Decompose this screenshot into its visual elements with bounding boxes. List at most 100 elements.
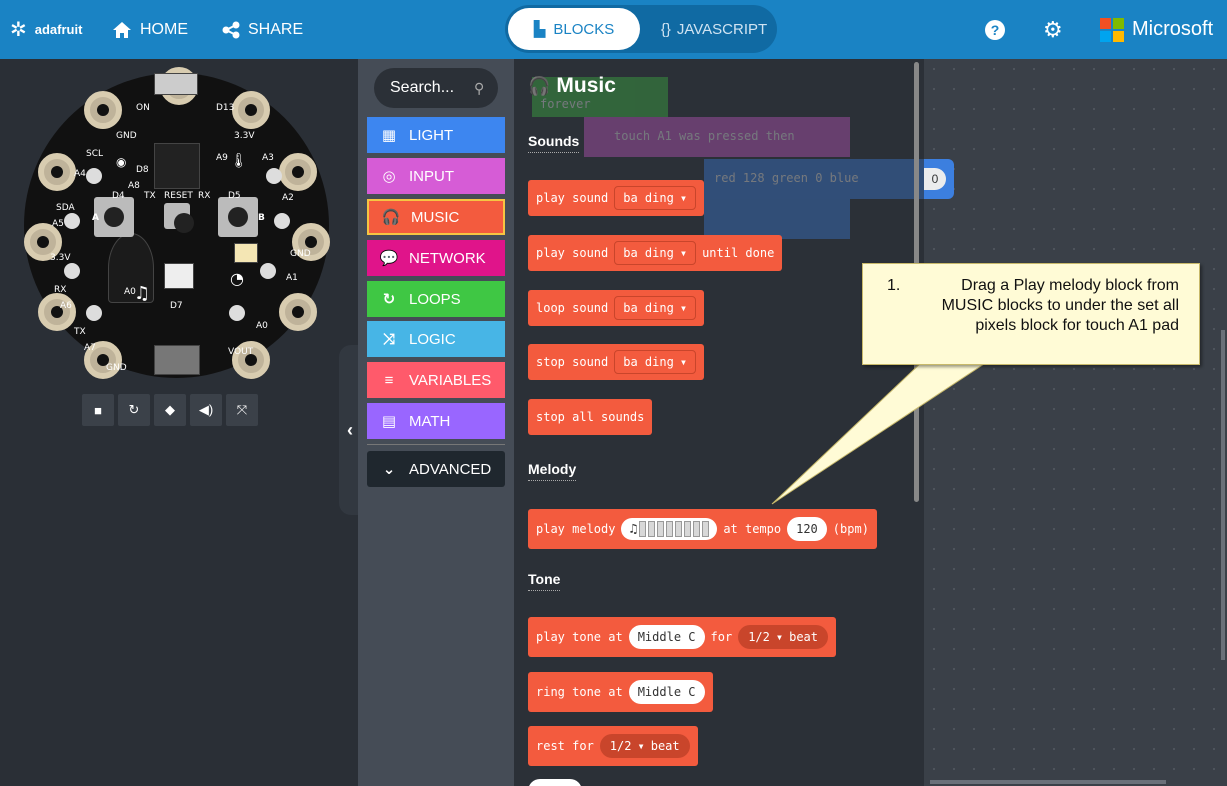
neopixel-led bbox=[86, 168, 102, 184]
usb-port bbox=[154, 73, 198, 95]
category-advanced[interactable]: ⌄ ADVANCED bbox=[367, 451, 505, 487]
ear-icon: ◔ bbox=[230, 269, 244, 288]
reset-button[interactable] bbox=[164, 203, 194, 233]
category-network[interactable]: 💬 NETWORK bbox=[367, 240, 505, 276]
ghost-set-pixels-end: 0 bbox=[924, 159, 954, 199]
ghost-set-pixels-block: red 128 green 0 blue bbox=[704, 159, 924, 199]
pin-label: RX bbox=[198, 191, 211, 201]
stop-icon[interactable]: ■ bbox=[82, 394, 114, 426]
partial-block bbox=[528, 779, 582, 786]
chevron-down-icon: ⌄ bbox=[382, 461, 396, 478]
pin-label: RESET bbox=[164, 191, 193, 201]
adafruit-star-icon: ✲ bbox=[10, 19, 27, 41]
music-note-icon: ♫ bbox=[629, 521, 638, 537]
section-heading: Sounds bbox=[528, 133, 580, 153]
rest-block[interactable]: rest for 1/2 ▾ beat bbox=[528, 726, 698, 766]
caret-down-icon: ▾ bbox=[679, 191, 688, 205]
blocks-tab[interactable]: ▙ BLOCKS bbox=[508, 8, 640, 50]
sound-icon[interactable]: ◀) bbox=[190, 394, 222, 426]
pin-label: GND bbox=[290, 249, 311, 259]
adafruit-logo[interactable]: ✲ adafruit bbox=[10, 0, 82, 59]
home-button[interactable]: HOME bbox=[112, 0, 188, 59]
note-input[interactable]: Middle C bbox=[628, 625, 705, 649]
restart-icon[interactable]: ↻ bbox=[118, 394, 150, 426]
pin-label: D7 bbox=[170, 301, 183, 311]
slide-switch[interactable] bbox=[164, 263, 194, 289]
button-a[interactable] bbox=[94, 197, 134, 237]
category-logic[interactable]: ⤨ LOGIC bbox=[367, 321, 505, 357]
callout-pointer bbox=[771, 359, 992, 505]
battery-connector bbox=[154, 345, 200, 375]
flyout-title: 🎧 Music bbox=[528, 74, 616, 97]
simulator-panel: GND D8 SCL A4 SDA A5 3.3V RX A6 TX A7 GN… bbox=[0, 59, 361, 786]
loop-sound-block[interactable]: loop sound ba ding ▾ bbox=[528, 290, 705, 326]
debug-icon[interactable]: ◆ bbox=[154, 394, 186, 426]
chevron-left-icon: ‹ bbox=[347, 419, 353, 440]
category-music[interactable]: 🎧 MUSIC bbox=[367, 199, 505, 235]
pin-label: 3.3V bbox=[50, 253, 71, 263]
pad-a4[interactable] bbox=[38, 153, 76, 191]
neopixel-led bbox=[86, 305, 102, 321]
search-input[interactable]: Search... ⚲ bbox=[374, 68, 498, 108]
caret-down-icon: ▾ bbox=[637, 739, 645, 753]
ghost-blue-value: 0 bbox=[924, 168, 946, 190]
editor-toggle: ▙ BLOCKS {} JAVASCRIPT bbox=[505, 5, 777, 53]
sound-dropdown[interactable]: ba ding ▾ bbox=[614, 350, 697, 374]
simulator-controls: ■ ↻ ◆ ◀) ⤧ bbox=[82, 394, 258, 426]
category-variables[interactable]: ≡ VARIABLES bbox=[367, 362, 505, 398]
circuit-playground-board[interactable]: GND D8 SCL A4 SDA A5 3.3V RX A6 TX A7 GN… bbox=[24, 67, 330, 379]
play-melody-block[interactable]: play melody ♫ at tempo 120 (bpm) bbox=[528, 509, 877, 549]
neopixel-led bbox=[229, 305, 245, 321]
javascript-tab[interactable]: {} JAVASCRIPT bbox=[655, 8, 773, 50]
pin-label: A3 bbox=[262, 153, 274, 163]
button-label: B bbox=[258, 213, 265, 223]
pad-a1[interactable] bbox=[279, 293, 317, 331]
pin-label: A9 bbox=[216, 153, 228, 163]
play-sound-block[interactable]: play sound ba ding ▾ bbox=[528, 180, 705, 216]
stop-all-sounds-block[interactable]: stop all sounds bbox=[528, 399, 653, 435]
category-math[interactable]: ▤ MATH bbox=[367, 403, 505, 439]
caret-down-icon: ▾ bbox=[679, 301, 688, 315]
tempo-input[interactable]: 120 bbox=[787, 517, 827, 541]
pad-3v-top[interactable] bbox=[232, 91, 270, 129]
stop-sound-block[interactable]: stop sound ba ding ▾ bbox=[528, 344, 705, 380]
share-button[interactable]: SHARE bbox=[222, 0, 303, 59]
workspace-scrollbar-horizontal[interactable] bbox=[930, 780, 1166, 784]
caret-down-icon: ▾ bbox=[679, 355, 688, 369]
target-icon: ◎ bbox=[382, 168, 396, 185]
beat-dropdown[interactable]: 1/2 ▾ beat bbox=[599, 734, 690, 758]
pad-a6[interactable] bbox=[38, 293, 76, 331]
category-light[interactable]: ▦ LIGHT bbox=[367, 117, 505, 153]
melody-editor-field[interactable]: ♫ bbox=[621, 518, 718, 540]
microsoft-logo[interactable]: Microsoft bbox=[1100, 0, 1213, 59]
pin-label: A2 bbox=[282, 193, 294, 203]
pad-a3[interactable] bbox=[279, 153, 317, 191]
section-heading: Melody bbox=[528, 461, 577, 481]
sound-dropdown[interactable]: ba ding ▾ bbox=[614, 296, 697, 320]
pin-label: A6 bbox=[60, 301, 72, 311]
pin-label: D4 bbox=[112, 191, 125, 201]
workspace-scrollbar-vertical[interactable] bbox=[1221, 330, 1225, 660]
sound-dropdown[interactable]: ba ding ▾ bbox=[614, 186, 697, 210]
sound-dropdown[interactable]: ba ding ▾ bbox=[614, 241, 697, 265]
help-button[interactable]: ? bbox=[985, 0, 1005, 59]
beat-dropdown[interactable]: 1/2 ▾ beat bbox=[738, 625, 829, 649]
neopixel-led bbox=[64, 213, 80, 229]
pin-label: D5 bbox=[228, 191, 241, 201]
neopixel-led bbox=[266, 168, 282, 184]
pad-gnd-top[interactable] bbox=[84, 91, 122, 129]
toolbox-divider bbox=[367, 444, 505, 445]
play-tone-block[interactable]: play tone at Middle C for 1/2 ▾ beat bbox=[528, 617, 837, 657]
note-input[interactable]: Middle C bbox=[628, 680, 705, 704]
puzzle-icon: ▙ bbox=[533, 21, 546, 38]
ring-tone-block[interactable]: ring tone at Middle C bbox=[528, 672, 713, 712]
category-loops[interactable]: ↻ LOOPS bbox=[367, 281, 505, 317]
pin-label: A8 bbox=[128, 181, 140, 191]
category-input[interactable]: ◎ INPUT bbox=[367, 158, 505, 194]
settings-button[interactable]: ⚙ bbox=[1043, 0, 1063, 59]
microsoft-windows-icon bbox=[1100, 17, 1124, 42]
button-b[interactable] bbox=[218, 197, 258, 237]
pin-label: SDA bbox=[56, 203, 75, 213]
fullscreen-icon[interactable]: ⤧ bbox=[226, 394, 258, 426]
play-sound-until-done-block[interactable]: play sound ba ding ▾ until done bbox=[528, 235, 783, 271]
